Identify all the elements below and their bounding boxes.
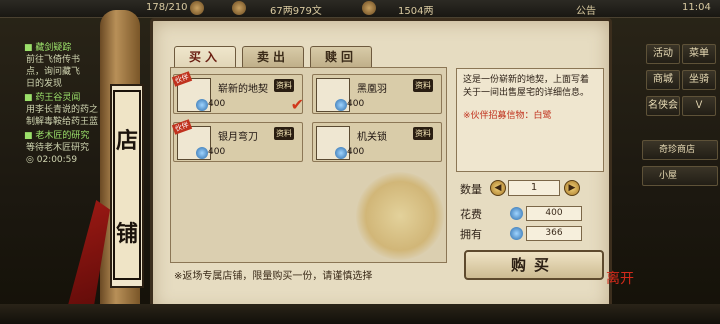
cost-value: 400 — [526, 206, 582, 221]
copper-coin-icon — [232, 1, 246, 15]
tab-buy[interactable]: 买入 — [174, 46, 236, 68]
quest-timer: ◎ 02:00:59 — [26, 155, 78, 165]
coin-icon — [196, 147, 208, 159]
quest-title-2[interactable]: ■ 药王谷灵闻 — [24, 92, 80, 104]
partner-bonus-text: ※伙伴招募信物：白鹭 — [463, 111, 552, 121]
item-description-box: 这是一份崭新的地契，上面写着关于一间出售屋宅的详细信息。 ※伙伴招募信物：白鹭 — [456, 68, 604, 172]
coin-icon — [335, 99, 347, 111]
shop-title-char: 店 — [115, 127, 138, 154]
quantity-label: 数量 — [460, 183, 482, 196]
quest-line: 点，询问藏飞 — [26, 67, 81, 77]
exp-text: 178/210 — [146, 2, 188, 13]
item-tag: 资料 — [274, 79, 294, 92]
item-price: 400 — [347, 147, 365, 157]
cost-label: 花费 — [460, 208, 482, 221]
decrease-quantity-button[interactable]: ◀ — [490, 180, 506, 196]
shop-title-char: 铺 — [115, 220, 138, 247]
item-name: 崭新的地契 — [218, 84, 268, 95]
small-house-button[interactable]: 小屋 — [642, 166, 718, 186]
buy-button[interactable]: 购买 — [464, 250, 604, 280]
shop-item[interactable]: 伙伴 崭新的地契 资料 400 ✔ — [171, 71, 304, 114]
item-price: 400 — [208, 147, 226, 157]
quest-title-1[interactable]: ■ 藏剑疑踪 — [24, 42, 71, 54]
menu-button[interactable]: 菜单 — [682, 44, 716, 64]
shop-item[interactable]: 机关锁 资料 400 — [312, 122, 442, 162]
item-tag: 资料 — [274, 127, 294, 140]
quest-line: 用李长青说的药之 — [26, 105, 99, 115]
mall-button[interactable]: 商城 — [646, 70, 680, 90]
owned-value: 366 — [526, 226, 582, 241]
shop-item[interactable]: 伙伴 银月弯刀 资料 400 — [171, 119, 303, 162]
quest-line: 日的发现 — [26, 79, 63, 89]
owned-label: 拥有 — [460, 228, 482, 241]
money-text: 67两979文 — [270, 6, 322, 17]
item-price: 400 — [208, 99, 226, 109]
quest-line: 制解毒鞍给药王蓝 — [26, 117, 99, 127]
shop-title-scroll: 店 铺 — [113, 90, 141, 280]
exit-button[interactable]: 离开 — [606, 268, 634, 288]
item-description: 这是一份崭新的地契，上面写着关于一间出售屋宅的详细信息。 — [463, 75, 590, 98]
exp-icon — [190, 1, 204, 15]
v-button[interactable]: Ｖ — [682, 96, 716, 116]
activity-button[interactable]: 活动 — [646, 44, 680, 64]
coin-icon — [196, 99, 208, 111]
item-tag: 资料 — [413, 79, 433, 92]
tab-redeem[interactable]: 赎回 — [310, 46, 372, 68]
quantity-input[interactable]: 1 — [508, 180, 560, 196]
hero-club-button[interactable]: 名侠会 — [646, 96, 680, 116]
item-name: 机关锁 — [357, 132, 387, 143]
coin-watermark-icon — [356, 172, 444, 260]
coin-icon — [510, 207, 523, 220]
item-price: 400 — [347, 99, 365, 109]
strange-shop-button[interactable]: 奇珍商店 — [642, 140, 718, 160]
increase-quantity-button[interactable]: ▶ — [564, 180, 580, 196]
item-name: 银月弯刀 — [218, 132, 258, 143]
coin-icon — [335, 147, 347, 159]
coin-icon — [510, 227, 523, 240]
tab-sell[interactable]: 卖出 — [242, 46, 304, 68]
ingot-text: 1504两 — [398, 6, 434, 17]
shop-footnote: ※返场专属店铺，限量购买一份，请谨慎选择 — [174, 271, 373, 282]
mount-button[interactable]: 坐骑 — [682, 70, 716, 90]
selected-check-icon: ✔ — [290, 95, 304, 114]
shop-item[interactable]: 黑凰羽 资料 400 — [312, 74, 442, 114]
quest-tracker: ■ 藏剑疑踪 前往飞倚传书 点，询问藏飞 日的发现 ■ 药王谷灵闻 用李长青说的… — [0, 30, 108, 190]
item-name: 黑凰羽 — [357, 84, 387, 95]
notice-button[interactable]: 公告 — [576, 2, 596, 17]
quest-line: 前往飞倚传书 — [26, 55, 81, 65]
ingot-icon — [362, 1, 376, 15]
quest-title-3[interactable]: ■ 老木匠的研究 — [24, 130, 89, 142]
quest-line: 等待老木匠研究 — [26, 143, 90, 153]
item-tag: 资料 — [413, 127, 433, 140]
bottom-toolbar — [0, 304, 720, 324]
clock-text: 11:04 — [682, 2, 711, 13]
